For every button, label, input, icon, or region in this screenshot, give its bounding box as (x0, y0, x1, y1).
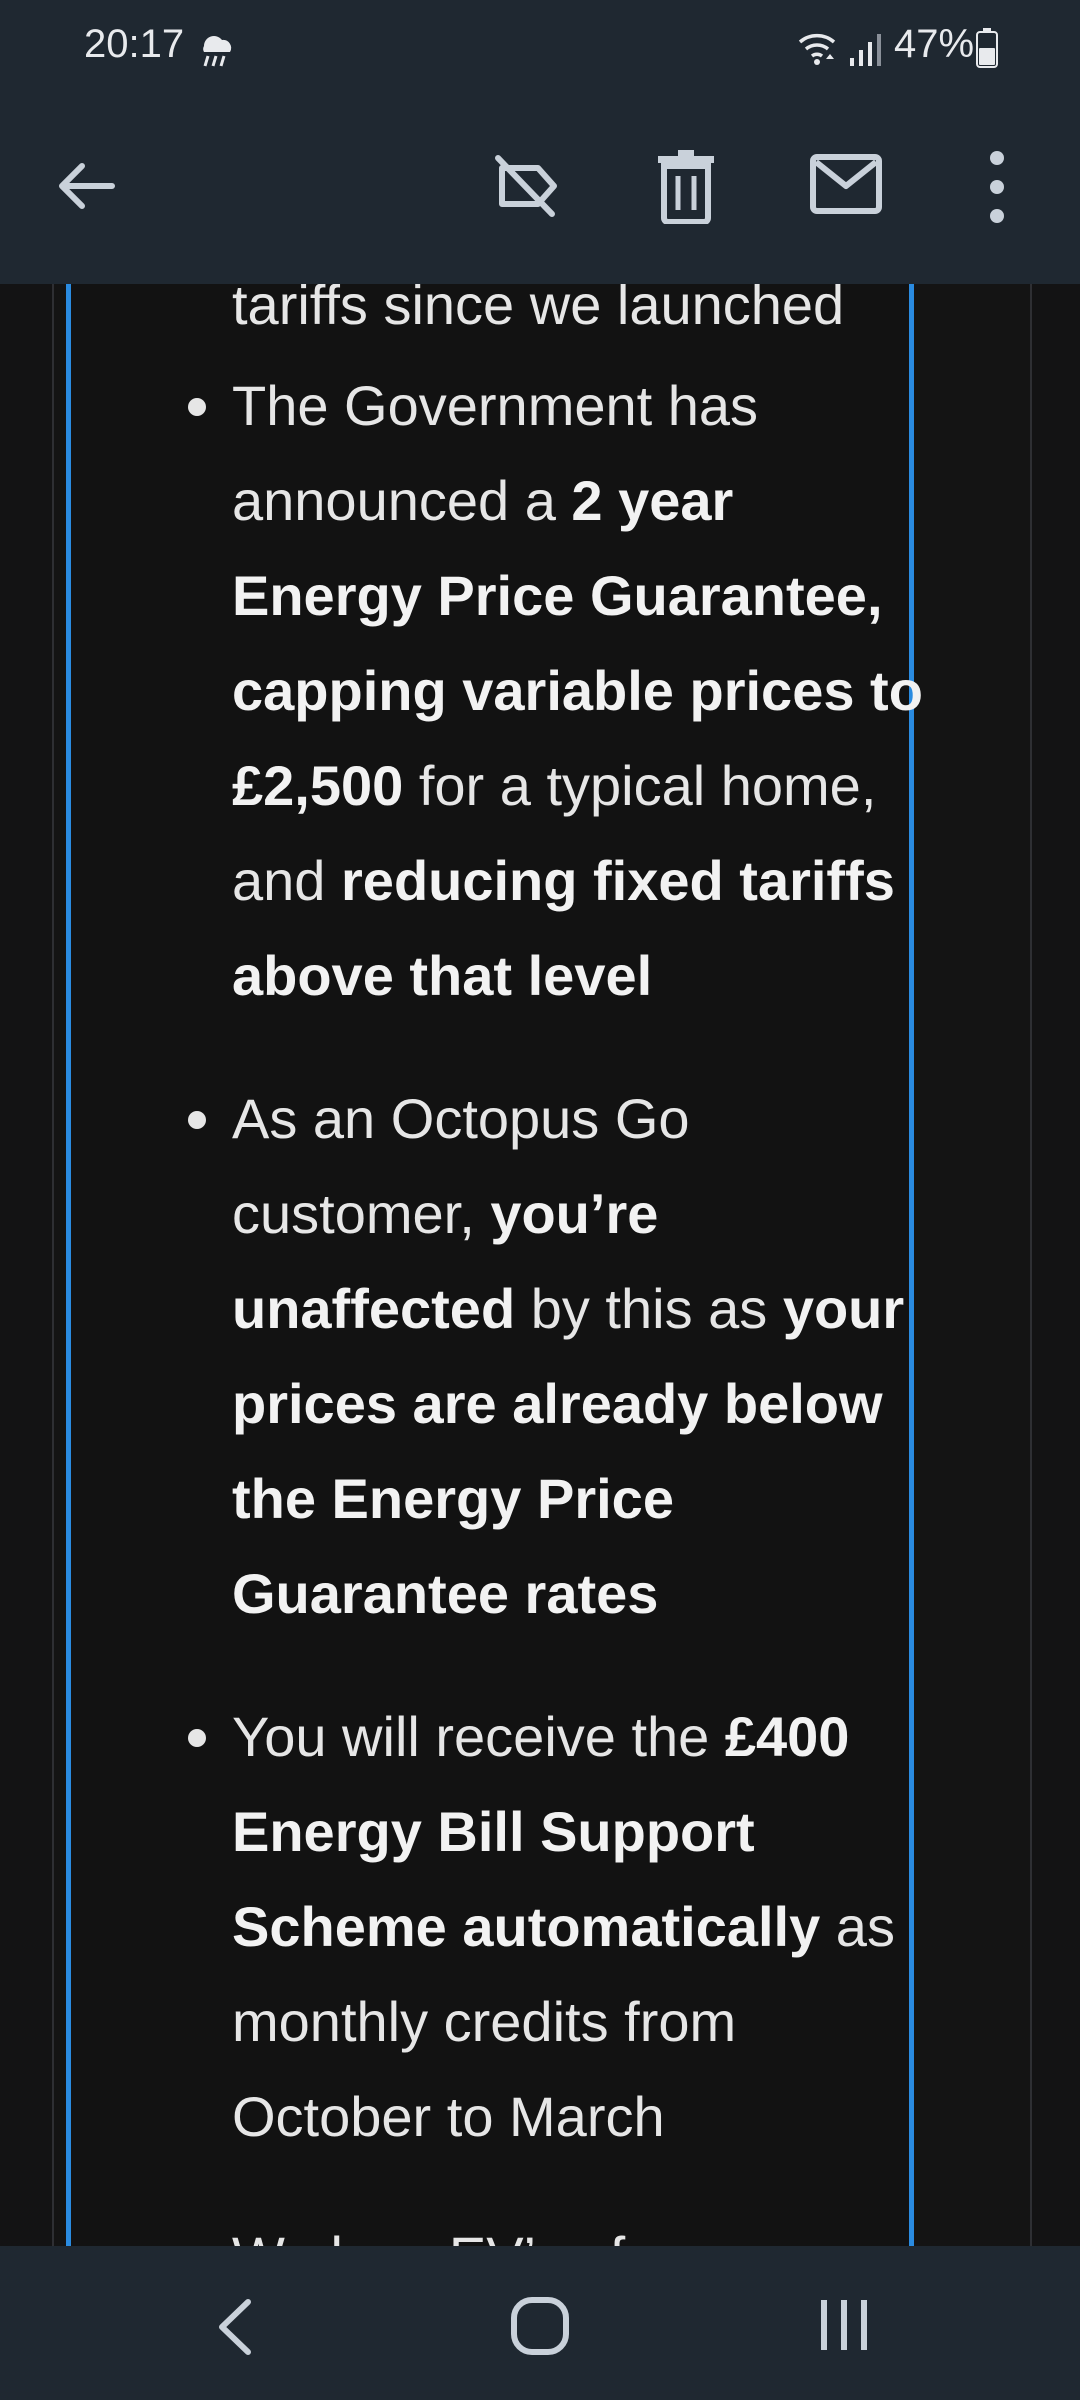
nav-home-icon[interactable] (510, 2296, 570, 2356)
status-bar: 20:17 47% (0, 0, 1080, 100)
battery-percent: 47% (894, 22, 975, 66)
nav-recents-icon[interactable] (816, 2298, 872, 2352)
list-item: You will receive the £400 Energy Bill Su… (188, 1689, 932, 2164)
trash-icon[interactable] (656, 148, 716, 224)
partial-text-line: We love EV’s of (232, 2210, 625, 2246)
more-vert-icon[interactable] (980, 148, 1014, 226)
text-segment: You will receive the (232, 1705, 725, 1768)
status-time: 20:17 (84, 22, 185, 66)
battery-icon (976, 28, 998, 68)
mail-icon[interactable] (810, 154, 882, 214)
list-item: The Government has announced a 2 year En… (188, 358, 932, 1023)
partial-text-line: tariffs since we launched (232, 284, 845, 336)
label-off-icon[interactable] (490, 150, 562, 222)
email-body[interactable]: tariffs since we launched The Government… (0, 284, 1080, 2246)
system-nav-bar (0, 2246, 1080, 2400)
rain-weather-icon (203, 35, 232, 67)
bullet-list: The Government has announced a 2 year En… (188, 358, 932, 2212)
email-toolbar (0, 100, 1080, 284)
wifi-icon (798, 34, 836, 65)
nav-back-icon[interactable] (214, 2298, 258, 2356)
text-segment: by this as (515, 1277, 783, 1340)
back-arrow-icon[interactable] (52, 152, 120, 220)
cell-signal-icon (850, 34, 881, 66)
list-item: As an Octopus Go customer, you’re unaffe… (188, 1071, 932, 1641)
